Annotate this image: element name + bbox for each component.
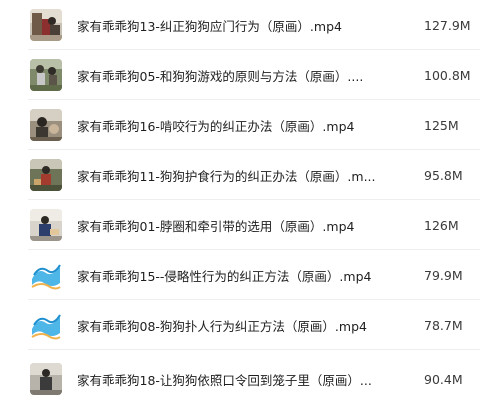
file-row[interactable]: 家有乖乖狗11-狗狗护食行为的纠正办法（原画）.m... 95.8M [0,150,480,200]
file-size: 127.9M [424,17,471,33]
file-row[interactable]: 家有乖乖狗01-脖圈和牵引带的选用（原画）.mp4 126M [0,200,480,250]
file-row[interactable]: 家有乖乖狗18-让狗狗依照口令回到笼子里（原画）... 90.4M [0,354,480,404]
video-thumbnail-icon [30,9,62,41]
file-size: 95.8M [424,167,463,183]
file-name: 家有乖乖狗15--侵略性行为的纠正方法（原画）.mp4 [77,268,372,284]
file-row[interactable]: 家有乖乖狗15--侵略性行为的纠正方法（原画）.mp4 79.9M [0,250,480,300]
file-row[interactable]: 家有乖乖狗13-纠正狗狗应门行为（原画）.mp4 127.9M [0,0,480,50]
file-size: 100.8M [424,67,471,83]
file-name: 家有乖乖狗01-脖圈和牵引带的选用（原画）.mp4 [77,218,355,234]
file-row[interactable]: 家有乖乖狗08-狗狗扑人行为纠正方法（原画）.mp4 78.7M [0,300,480,350]
video-thumbnail-icon [30,363,62,395]
wave-thumbnail-icon [30,309,62,341]
video-thumbnail-icon [30,159,62,191]
wave-thumbnail-icon [30,259,62,291]
file-name: 家有乖乖狗05-和狗狗游戏的原则与方法（原画）.... [77,68,364,84]
file-size: 126M [424,217,459,233]
file-list: 家有乖乖狗13-纠正狗狗应门行为（原画）.mp4 127.9M 家有乖乖狗05-… [0,0,480,404]
file-row[interactable]: 家有乖乖狗16-啃咬行为的纠正办法（原画）.mp4 125M [0,100,480,150]
video-thumbnail-icon [30,209,62,241]
row-divider [28,349,480,350]
file-name: 家有乖乖狗16-啃咬行为的纠正办法（原画）.mp4 [77,118,355,134]
file-size: 90.4M [424,371,463,387]
video-thumbnail-icon [30,59,62,91]
file-size: 79.9M [424,267,463,283]
file-name: 家有乖乖狗08-狗狗扑人行为纠正方法（原画）.mp4 [77,318,367,334]
file-name: 家有乖乖狗13-纠正狗狗应门行为（原画）.mp4 [77,18,342,34]
file-size: 78.7M [424,317,463,333]
file-row[interactable]: 家有乖乖狗05-和狗狗游戏的原则与方法（原画）.... 100.8M [0,50,480,100]
video-thumbnail-icon [30,109,62,141]
file-name: 家有乖乖狗11-狗狗护食行为的纠正办法（原画）.m... [77,168,376,184]
file-size: 125M [424,117,459,133]
file-name: 家有乖乖狗18-让狗狗依照口令回到笼子里（原画）... [77,372,372,388]
